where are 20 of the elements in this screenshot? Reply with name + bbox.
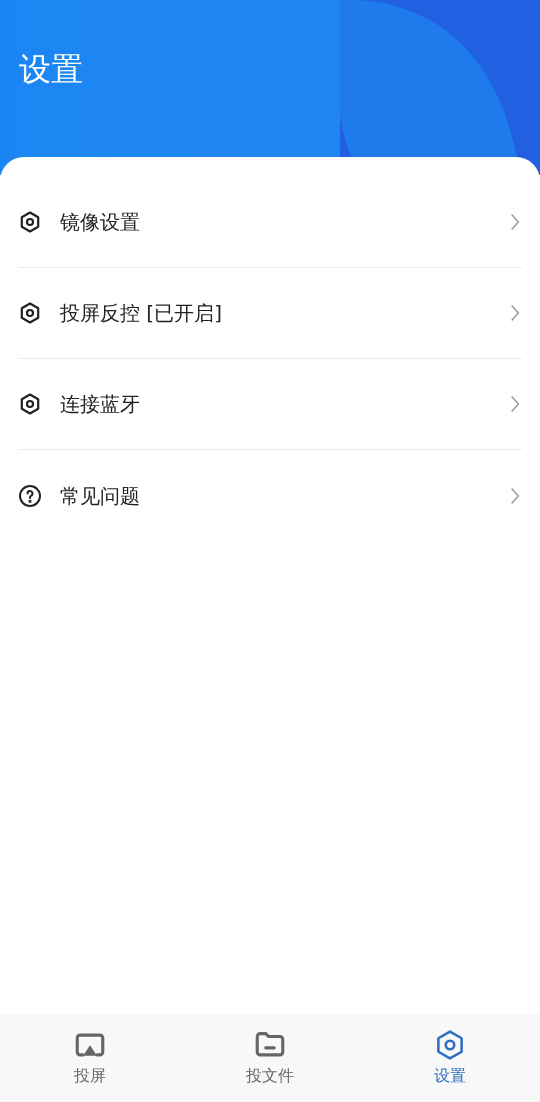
chevron-right-icon: [510, 303, 520, 323]
nav-tab[interactable]: 设置: [360, 1014, 540, 1102]
settings-icon: [18, 210, 42, 234]
menu-label: 常见问题: [60, 482, 141, 510]
menu-item[interactable]: 投屏反控 [已开启]: [18, 268, 522, 359]
chevron-right-icon: [510, 394, 520, 414]
chevron-right-icon: [510, 485, 520, 506]
menu-item[interactable]: 常见问题: [18, 450, 522, 541]
settings-icon: [18, 392, 42, 416]
menu-label: 连接蓝牙: [60, 391, 141, 418]
nav-tab[interactable]: 投文件: [180, 1014, 360, 1102]
help-icon: [18, 483, 42, 508]
settings-icon: [18, 301, 42, 325]
menu-label: 镜像设置: [60, 209, 141, 236]
page-title: 设置: [19, 49, 84, 90]
menu-label: 投屏反控 [已开启]: [60, 300, 223, 327]
menu-item[interactable]: 连接蓝牙: [18, 359, 522, 450]
nav-tab[interactable]: 投屏: [0, 1014, 180, 1102]
menu-item[interactable]: 镜像设置: [18, 177, 522, 268]
chevron-right-icon: [510, 212, 520, 232]
